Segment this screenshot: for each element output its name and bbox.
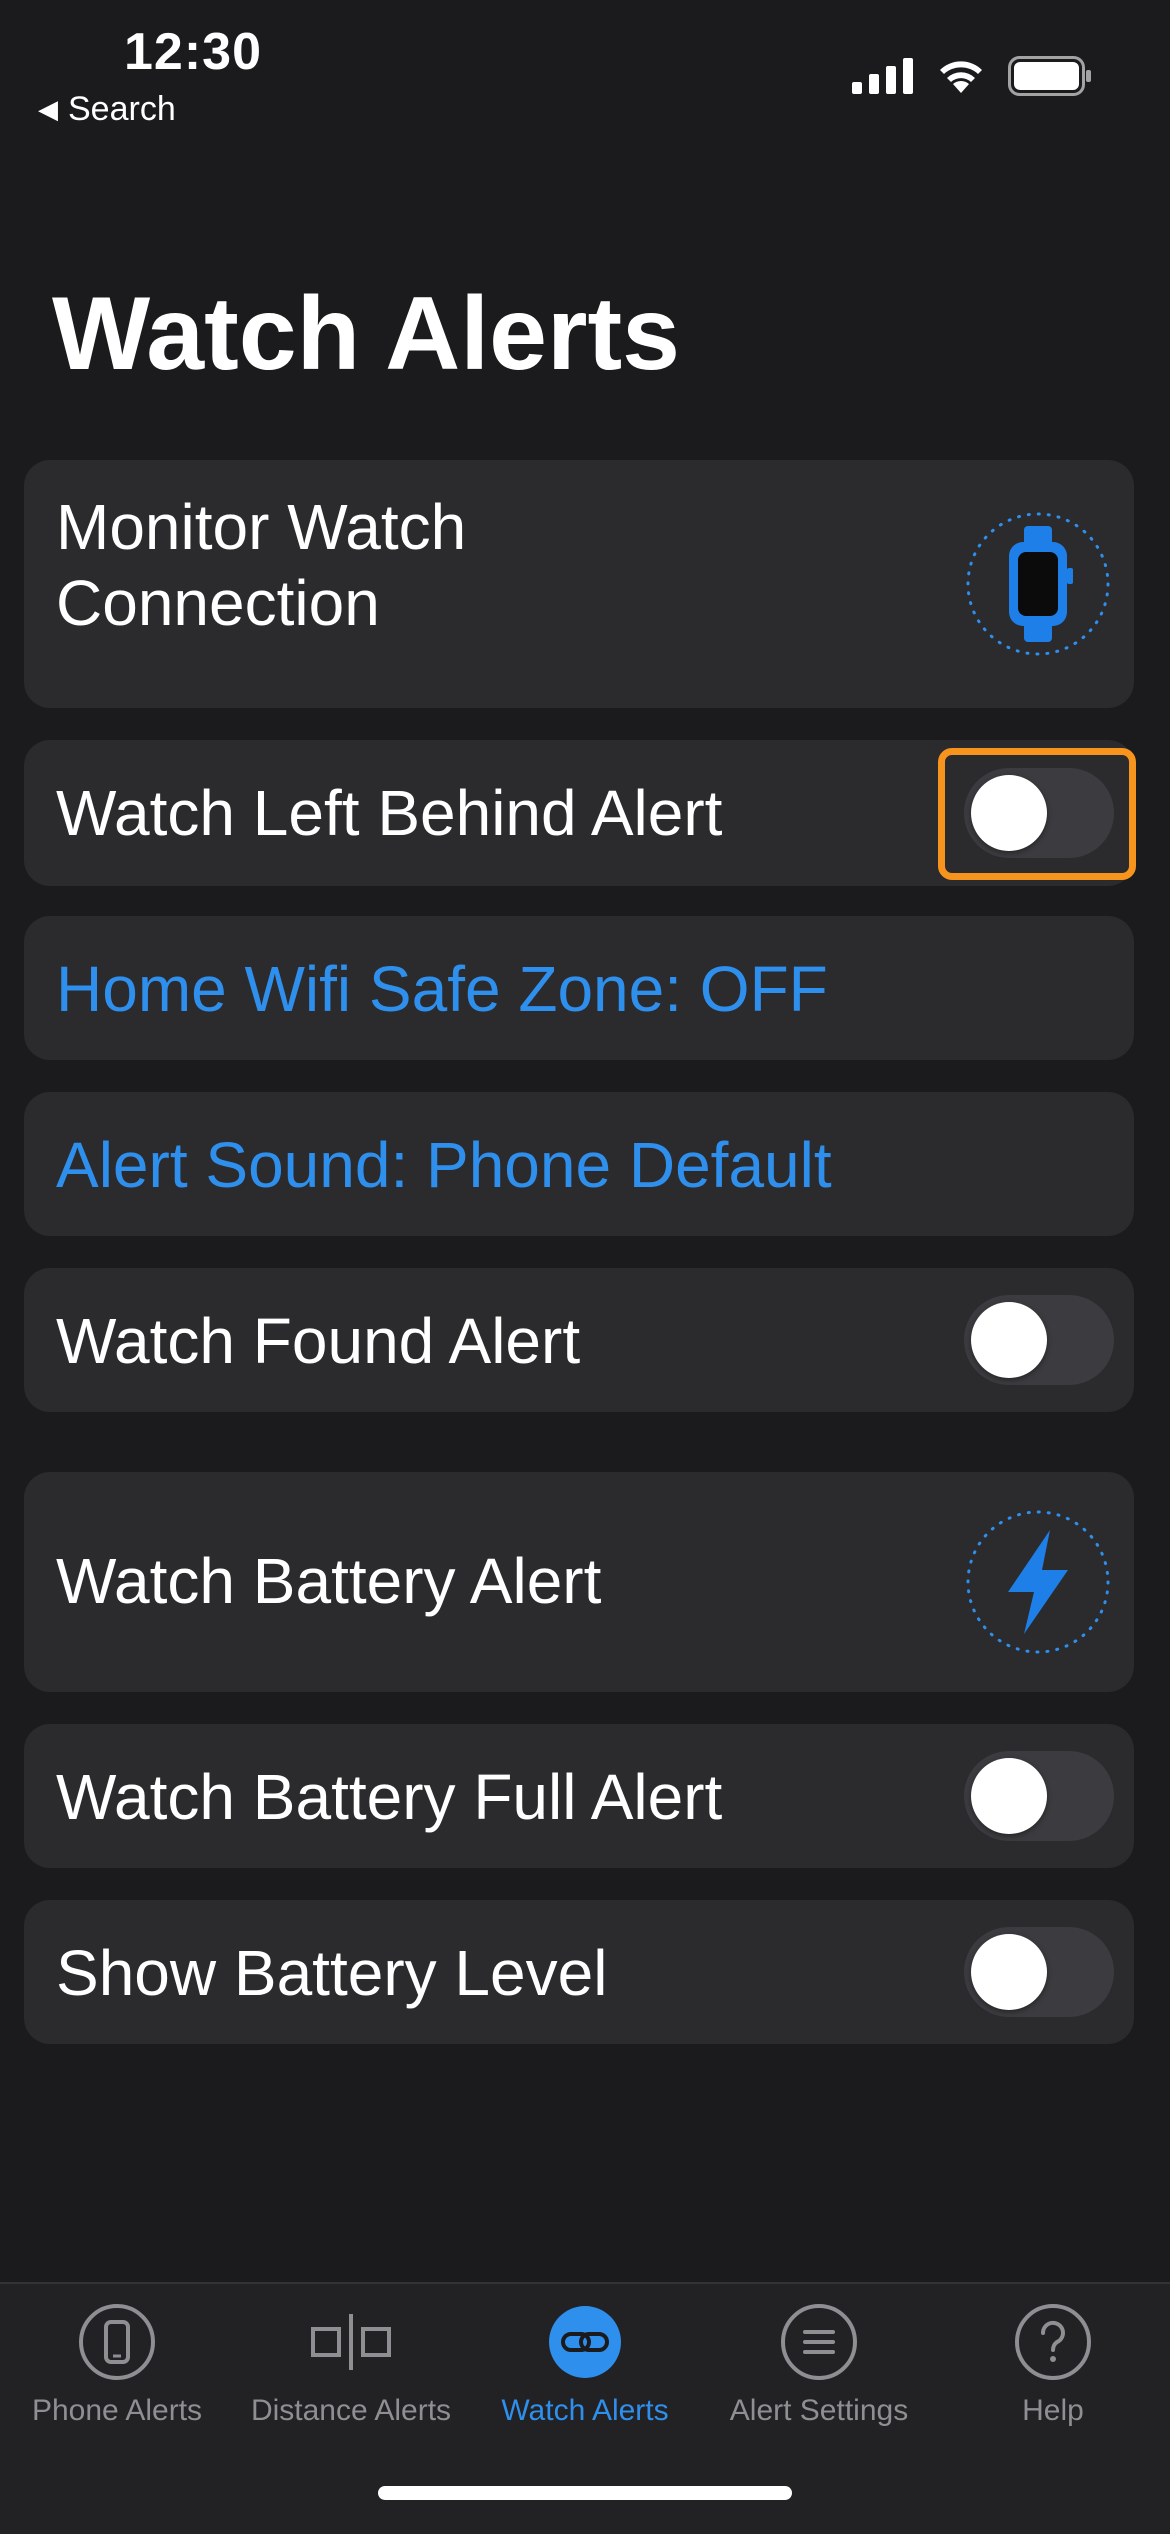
tab-alert-settings[interactable]: Alert Settings (702, 2302, 936, 2428)
link-icon (549, 2306, 621, 2378)
show-battery-level-toggle[interactable] (964, 1927, 1114, 2017)
monitor-connection-label-line2: Connection (56, 566, 380, 639)
distance-icon (311, 2314, 391, 2370)
battery-icon (1008, 56, 1091, 96)
found-alert-row: Watch Found Alert (24, 1268, 1134, 1412)
phone-icon (79, 2304, 155, 2380)
battery-alert-label: Watch Battery Alert (56, 1545, 602, 1617)
tab-label: Distance Alerts (250, 2394, 452, 2427)
page-title: Watch Alerts (52, 276, 680, 392)
tab-label: Help (1022, 2394, 1084, 2427)
left-behind-alert-label: Watch Left Behind Alert (56, 777, 723, 849)
wifi-icon (940, 61, 982, 93)
show-battery-level-label: Show Battery Level (56, 1937, 608, 2009)
tab-distance-alerts[interactable]: Distance Alerts (234, 2302, 468, 2428)
alert-sound-link[interactable]: Alert Sound: Phone Default (56, 1128, 832, 1204)
tab-label: Phone Alerts (31, 2394, 203, 2427)
watch-icon[interactable] (964, 510, 1112, 658)
tab-label: Watch Alerts (501, 2394, 669, 2427)
monitor-connection-row[interactable]: Monitor Watch Connection (24, 460, 1134, 708)
show-battery-level-row: Show Battery Level (24, 1900, 1134, 2044)
status-icons (852, 56, 1092, 96)
home-indicator[interactable] (378, 2486, 792, 2500)
cellular-signal-icon (852, 58, 913, 94)
found-alert-label: Watch Found Alert (56, 1305, 581, 1377)
toggle-knob (971, 1934, 1047, 2010)
back-triangle-icon: ◀ (38, 94, 58, 124)
alert-sound-row[interactable]: Alert Sound: Phone Default (24, 1092, 1134, 1236)
battery-full-alert-row: Watch Battery Full Alert (24, 1724, 1134, 1868)
battery-full-alert-label: Watch Battery Full Alert (56, 1761, 723, 1833)
found-alert-toggle[interactable] (964, 1295, 1114, 1385)
tab-label: Alert Settings (729, 2394, 909, 2427)
monitor-connection-label: Monitor Watch Connection (56, 490, 466, 641)
help-icon (1015, 2304, 1091, 2380)
toggle-knob (971, 1302, 1047, 1378)
battery-full-alert-toggle[interactable] (964, 1751, 1114, 1841)
highlight-box (938, 748, 1136, 880)
tab-phone-alerts[interactable]: Phone Alerts (0, 2302, 234, 2428)
home-wifi-safe-zone-link[interactable]: Home Wifi Safe Zone: OFF (56, 952, 828, 1028)
back-to-search-button[interactable]: ◀ Search (38, 90, 176, 129)
lightning-bolt-icon[interactable] (964, 1508, 1112, 1656)
tab-watch-alerts[interactable]: Watch Alerts (468, 2302, 702, 2428)
tab-help[interactable]: Help (936, 2302, 1170, 2428)
toggle-knob (971, 1758, 1047, 1834)
back-label: Search (68, 90, 176, 128)
list-icon (781, 2304, 857, 2380)
battery-alert-row[interactable]: Watch Battery Alert (24, 1472, 1134, 1692)
home-wifi-safe-zone-row[interactable]: Home Wifi Safe Zone: OFF (24, 916, 1134, 1060)
status-time: 12:30 (124, 23, 262, 81)
monitor-connection-label-line1: Monitor Watch (56, 491, 467, 563)
